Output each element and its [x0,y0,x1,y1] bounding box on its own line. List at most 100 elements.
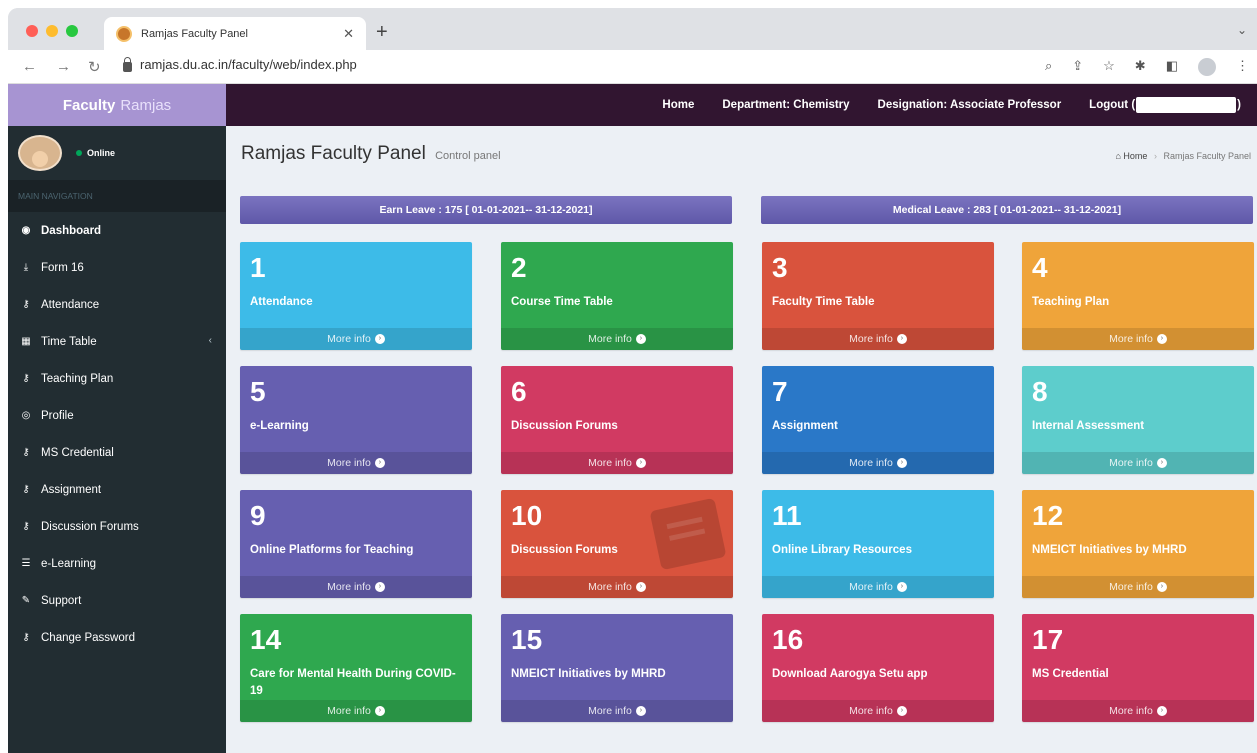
dashboard-icon: ◉ [21,225,31,236]
url-text[interactable]: ramjas.du.ac.in/faculty/web/index.php [140,57,357,72]
info-box-3[interactable]: 3 Faculty Time Table More info › [762,242,994,350]
info-box-8[interactable]: 8 Internal Assessment More info › [1022,366,1254,474]
sidebar-item-e-learning[interactable]: ☰ e-Learning [8,545,226,582]
sidebar-item-profile[interactable]: ◎ Profile [8,397,226,434]
sidebar-item-support[interactable]: ✎ Support [8,582,226,619]
sidebar-item-label: Assignment [41,483,102,496]
profile-avatar-icon[interactable] [1198,58,1216,76]
forward-icon[interactable]: → [56,58,71,75]
main-content: Ramjas Faculty Panel Control panel ⌂ Hom… [226,126,1257,753]
side-panel-icon[interactable]: ◧ [1166,58,1178,76]
sidebar-item-ms-credential[interactable]: ⚷ MS Credential [8,434,226,471]
nav-designation[interactable]: Designation: Associate Professor [878,99,1062,111]
logout-link[interactable]: Logout () [1089,97,1241,113]
info-box-label: Online Library Resources [772,544,912,556]
more-info-link[interactable]: More info › [1022,328,1254,350]
info-box-label: Care for Mental Health During COVID-19 [250,668,456,697]
info-box-12[interactable]: 12 NMEICT Initiatives by MHRD More info › [1022,490,1254,598]
arrow-circle-right-icon: › [635,582,646,592]
sidebar-item-assignment[interactable]: ⚷ Assignment [8,471,226,508]
info-box-16[interactable]: 16 Download Aarogya Setu app More info › [762,614,994,722]
info-box-number: 17 [1032,624,1064,655]
reload-icon[interactable]: ↻ [88,58,101,76]
sidebar-item-teaching-plan[interactable]: ⚷ Teaching Plan [8,360,226,397]
more-info-link[interactable]: More info › [501,576,733,598]
arrow-circle-right-icon: › [1156,582,1167,592]
address-bar[interactable]: ramjas.du.ac.in/faculty/web/index.php [123,56,357,72]
logo-bold-text: Faculty [62,96,116,114]
info-box-2[interactable]: 2 Course Time Table More info › [501,242,733,350]
more-info-link[interactable]: More info › [1022,452,1254,474]
info-box-number: 3 [772,252,788,283]
more-info-link[interactable]: More info › [501,452,733,474]
home-icon[interactable]: ⌂ [1115,151,1120,161]
sidebar-item-label: MS Credential [41,446,114,459]
share-icon[interactable]: ⇪ [1072,58,1083,76]
info-box-1[interactable]: 1 Attendance More info › [240,242,472,350]
info-box-label: Discussion Forums [511,544,618,556]
info-box-number: 14 [250,624,282,655]
nav-home-link[interactable]: Home [662,99,694,111]
info-box-6[interactable]: 6 Discussion Forums More info › [501,366,733,474]
nav-department[interactable]: Department: Chemistry [722,99,849,111]
book-icon [649,497,727,571]
info-box-10[interactable]: 10 Discussion Forums More info › [501,490,733,598]
sidebar-item-dashboard[interactable]: ◉ Dashboard [8,212,226,249]
info-box-15[interactable]: 15 NMEICT Initiatives by MHRD More info › [501,614,733,722]
browser-menu-icon[interactable]: ⋮ [1236,58,1249,76]
info-box-label: Discussion Forums [511,420,618,432]
lock-icon[interactable] [123,56,132,72]
sidebar-item-discussion-forums[interactable]: ⚷ Discussion Forums [8,508,226,545]
info-box-label: e-Learning [250,420,309,432]
logout-label: Logout ( [1089,99,1136,112]
info-box-label: Internal Assessment [1032,420,1145,432]
zoom-icon[interactable]: ⌕ [1045,58,1052,76]
zoom-window-button[interactable] [66,25,78,37]
info-box-9[interactable]: 9 Online Platforms for Teaching More info › [240,490,472,598]
more-info-link[interactable]: More info › [240,328,472,350]
more-info-link[interactable]: More info › [762,452,994,474]
tab-search-icon[interactable]: ⌄ [1237,23,1247,37]
breadcrumb-home[interactable]: Home [1123,151,1147,161]
more-info-link[interactable]: More info › [762,328,994,350]
sidebar-item-form-16[interactable]: ⤓ Form 16 [8,249,226,286]
sidebar-item-label: Teaching Plan [41,372,114,385]
more-info-link[interactable]: More info › [762,700,994,722]
toolbar-icons: ⌕ ⇪ ☆ ✱ ◧ ⋮ [1045,58,1249,76]
close-window-button[interactable] [26,25,38,37]
new-tab-button[interactable]: + [376,21,388,44]
sidebar-item-label: Attendance [41,298,100,311]
browser-tab[interactable]: Ramjas Faculty Panel ✕ [104,17,366,50]
more-info-link[interactable]: More info › [501,328,733,350]
more-info-link[interactable]: More info › [240,576,472,598]
more-info-link[interactable]: More info › [501,700,733,722]
info-box-17[interactable]: 17 MS Credential More info › [1022,614,1254,722]
more-info-link[interactable]: More info › [1022,576,1254,598]
arrow-circle-right-icon: › [374,582,385,592]
info-box-7[interactable]: 7 Assignment More info › [762,366,994,474]
download-icon: ⤓ [23,262,29,273]
bookmark-star-icon[interactable]: ☆ [1103,58,1115,76]
info-box-11[interactable]: 11 Online Library Resources More info › [762,490,994,598]
more-info-link[interactable]: More info › [762,576,994,598]
info-box-label: Course Time Table [511,296,613,308]
sidebar-item-time-table[interactable]: ▦ Time Table ‹ [8,323,226,360]
user-icon: ◎ [21,410,31,421]
info-box-5[interactable]: 5 e-Learning More info › [240,366,472,474]
more-info-label: More info [1109,457,1153,469]
close-tab-icon[interactable]: ✕ [343,26,354,42]
info-box-label: MS Credential [1032,668,1109,680]
info-box-4[interactable]: 4 Teaching Plan More info › [1022,242,1254,350]
more-info-label: More info [849,333,893,345]
sidebar-item-change-password[interactable]: ⚷ Change Password [8,619,226,656]
info-box-14[interactable]: 14 Care for Mental Health During COVID-19… [240,614,472,722]
more-info-link[interactable]: More info › [1022,700,1254,722]
arrow-circle-right-icon: › [374,706,385,716]
minimize-window-button[interactable] [46,25,58,37]
more-info-link[interactable]: More info › [240,700,472,722]
app-logo[interactable]: Faculty Ramjas [8,84,226,126]
back-icon[interactable]: ← [22,58,37,75]
more-info-link[interactable]: More info › [240,452,472,474]
sidebar-item-attendance[interactable]: ⚷ Attendance [8,286,226,323]
extensions-icon[interactable]: ✱ [1135,58,1146,76]
